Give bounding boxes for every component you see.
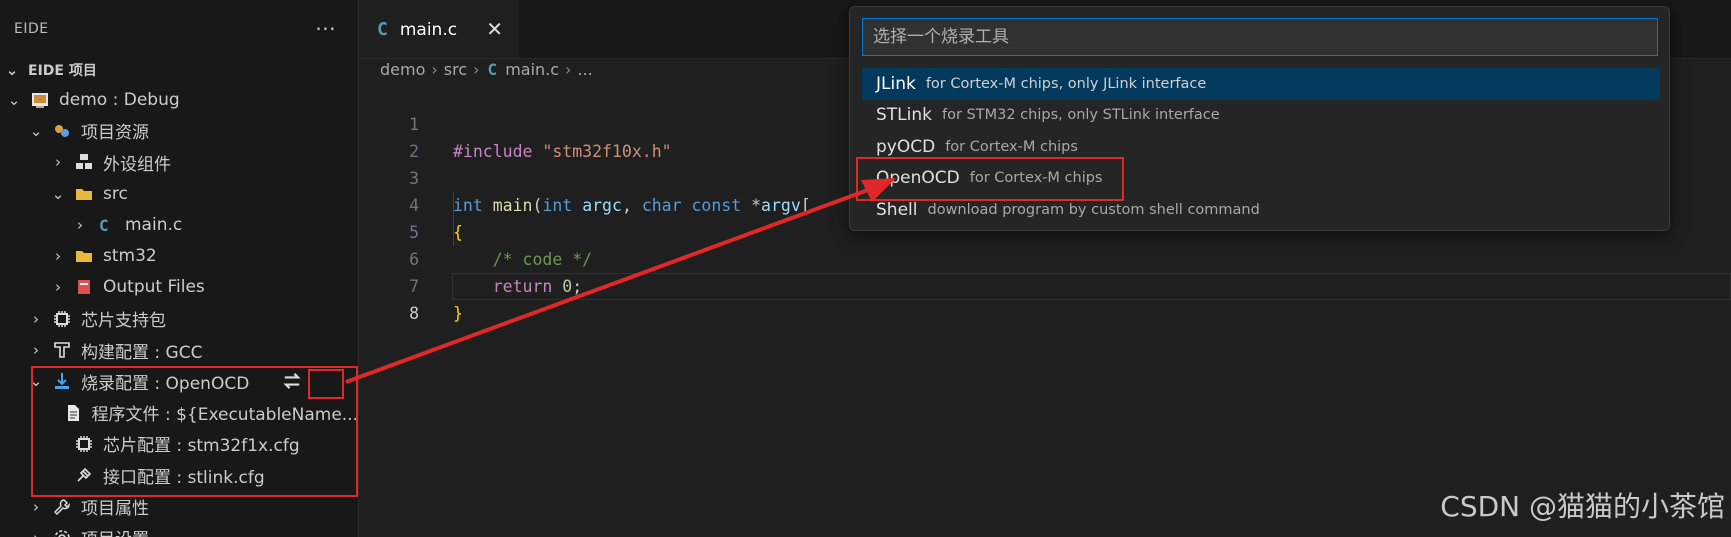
quick-pick-item-description: for STM32 chips, only STLink interface	[942, 107, 1220, 124]
tree-item[interactable]: › Cmain.c	[0, 209, 358, 240]
annotation-box-openocd	[856, 157, 1124, 201]
tree-item-label: 外设组件	[103, 154, 171, 175]
c-file-icon: C	[487, 59, 498, 79]
quick-pick-item-label: STLink	[876, 105, 932, 126]
tree-item-label: stm32	[103, 246, 157, 267]
folder-icon	[74, 246, 94, 266]
quick-pick-item[interactable]: STLink for STM32 chips, only STLink inter…	[862, 100, 1660, 132]
tree-item[interactable]: ⌄ src	[0, 178, 358, 209]
breadcrumb-item-file[interactable]: main.c	[505, 60, 559, 79]
tree-item-label: 构建配置 : GCC	[81, 342, 203, 363]
watermark: CSDN @猫猫的小茶馆	[1440, 490, 1725, 523]
quick-pick-input[interactable]	[862, 18, 1658, 56]
folder-icon	[74, 184, 94, 204]
c-file-icon: C	[96, 215, 116, 235]
tree-item[interactable]: › 项目设置	[0, 522, 358, 537]
line-number: 8	[409, 304, 419, 323]
chevron-right-icon: ›	[33, 309, 39, 328]
build-icon	[52, 340, 72, 360]
tree-item-label: main.c	[125, 214, 183, 235]
breadcrumb-item-src[interactable]: src	[444, 60, 467, 79]
chevron-right-icon: ›	[77, 215, 83, 234]
code-text: }	[453, 304, 463, 323]
breadcrumb-item-demo[interactable]: demo	[380, 60, 425, 79]
tree-item-label: Output Files	[103, 277, 205, 298]
quick-pick-list: JLink for Cortex-M chips, only JLink inte…	[862, 68, 1660, 226]
tree-item-label: 芯片支持包	[81, 311, 166, 332]
resources-icon	[52, 121, 72, 141]
chevron-right-icon: ›	[33, 341, 39, 360]
code-line: 7 }	[359, 246, 1731, 323]
more-actions-icon[interactable]: ···	[315, 17, 336, 41]
quick-pick-item-description: for Cortex-M chips, only JLink interface	[925, 75, 1207, 92]
section-title: EIDE 项目	[28, 63, 97, 79]
breadcrumb-item-tail[interactable]: ...	[577, 60, 592, 79]
chevron-down-icon: ⌄	[29, 121, 43, 140]
tree-item[interactable]: ⌄ 项目资源	[0, 115, 358, 146]
tree-item[interactable]: › stm32	[0, 240, 358, 271]
chevron-right-icon: ›	[55, 247, 61, 266]
breadcrumb: demo › src › C main.c › ...	[380, 56, 593, 82]
sidebar-header: EIDE ···	[0, 0, 358, 58]
tree-item-label: 项目资源	[81, 123, 149, 144]
chevron-right-icon: ›	[33, 497, 39, 516]
chevron-down-icon: ⌄	[51, 184, 65, 203]
tree-item[interactable]: › Output Files	[0, 272, 358, 303]
sidebar-title: EIDE	[14, 21, 49, 37]
tab-label: main.c	[399, 19, 458, 40]
close-icon[interactable]: ✕	[486, 17, 503, 41]
chevron-right-icon: ›	[473, 59, 480, 79]
tree-item[interactable]: ⌄ demo : Debug	[0, 84, 358, 115]
tree-item-label: 项目设置	[81, 525, 149, 537]
quick-pick-item-description: for Cortex-M chips	[945, 138, 1078, 155]
quick-pick-item-label: Shell	[876, 199, 918, 220]
tree-item[interactable]: › 构建配置 : GCC	[0, 334, 358, 365]
svg-text:C: C	[99, 216, 109, 235]
tab-main-c[interactable]: C main.c ✕	[359, 0, 519, 58]
components-icon	[74, 152, 94, 172]
chevron-right-icon: ›	[565, 59, 572, 79]
tree-item-label: src	[103, 183, 128, 204]
project-icon	[30, 90, 50, 110]
tree-item-label: 项目属性	[81, 499, 149, 519]
tree-item[interactable]: › 芯片支持包	[0, 303, 358, 334]
chevron-right-icon: ›	[55, 278, 61, 297]
section-eide-project[interactable]: ⌄ EIDE 项目	[0, 56, 358, 84]
code-line: 8	[359, 273, 1731, 323]
chevron-down-icon: ⌄	[5, 61, 19, 79]
wrench-icon	[52, 497, 72, 517]
chevron-right-icon: ›	[431, 59, 438, 79]
chip-icon	[52, 309, 72, 329]
quick-pick-item[interactable]: JLink for Cortex-M chips, only JLink inte…	[862, 68, 1660, 100]
output-icon	[74, 277, 94, 297]
tree-item-label: demo : Debug	[59, 89, 180, 110]
annotation-box-switch-button	[308, 369, 344, 399]
gear-icon	[52, 528, 72, 537]
quick-pick-item-label: JLink	[876, 73, 916, 94]
tree-item[interactable]: › 外设组件	[0, 147, 358, 178]
chevron-right-icon: ›	[55, 153, 61, 172]
chevron-right-icon: ›	[28, 529, 44, 537]
chevron-down-icon: ⌄	[7, 90, 21, 109]
quick-pick-item-description: download program by custom shell command	[927, 201, 1260, 218]
c-file-icon: C	[377, 19, 388, 40]
quick-pick-item-label: pyOCD	[876, 136, 936, 157]
